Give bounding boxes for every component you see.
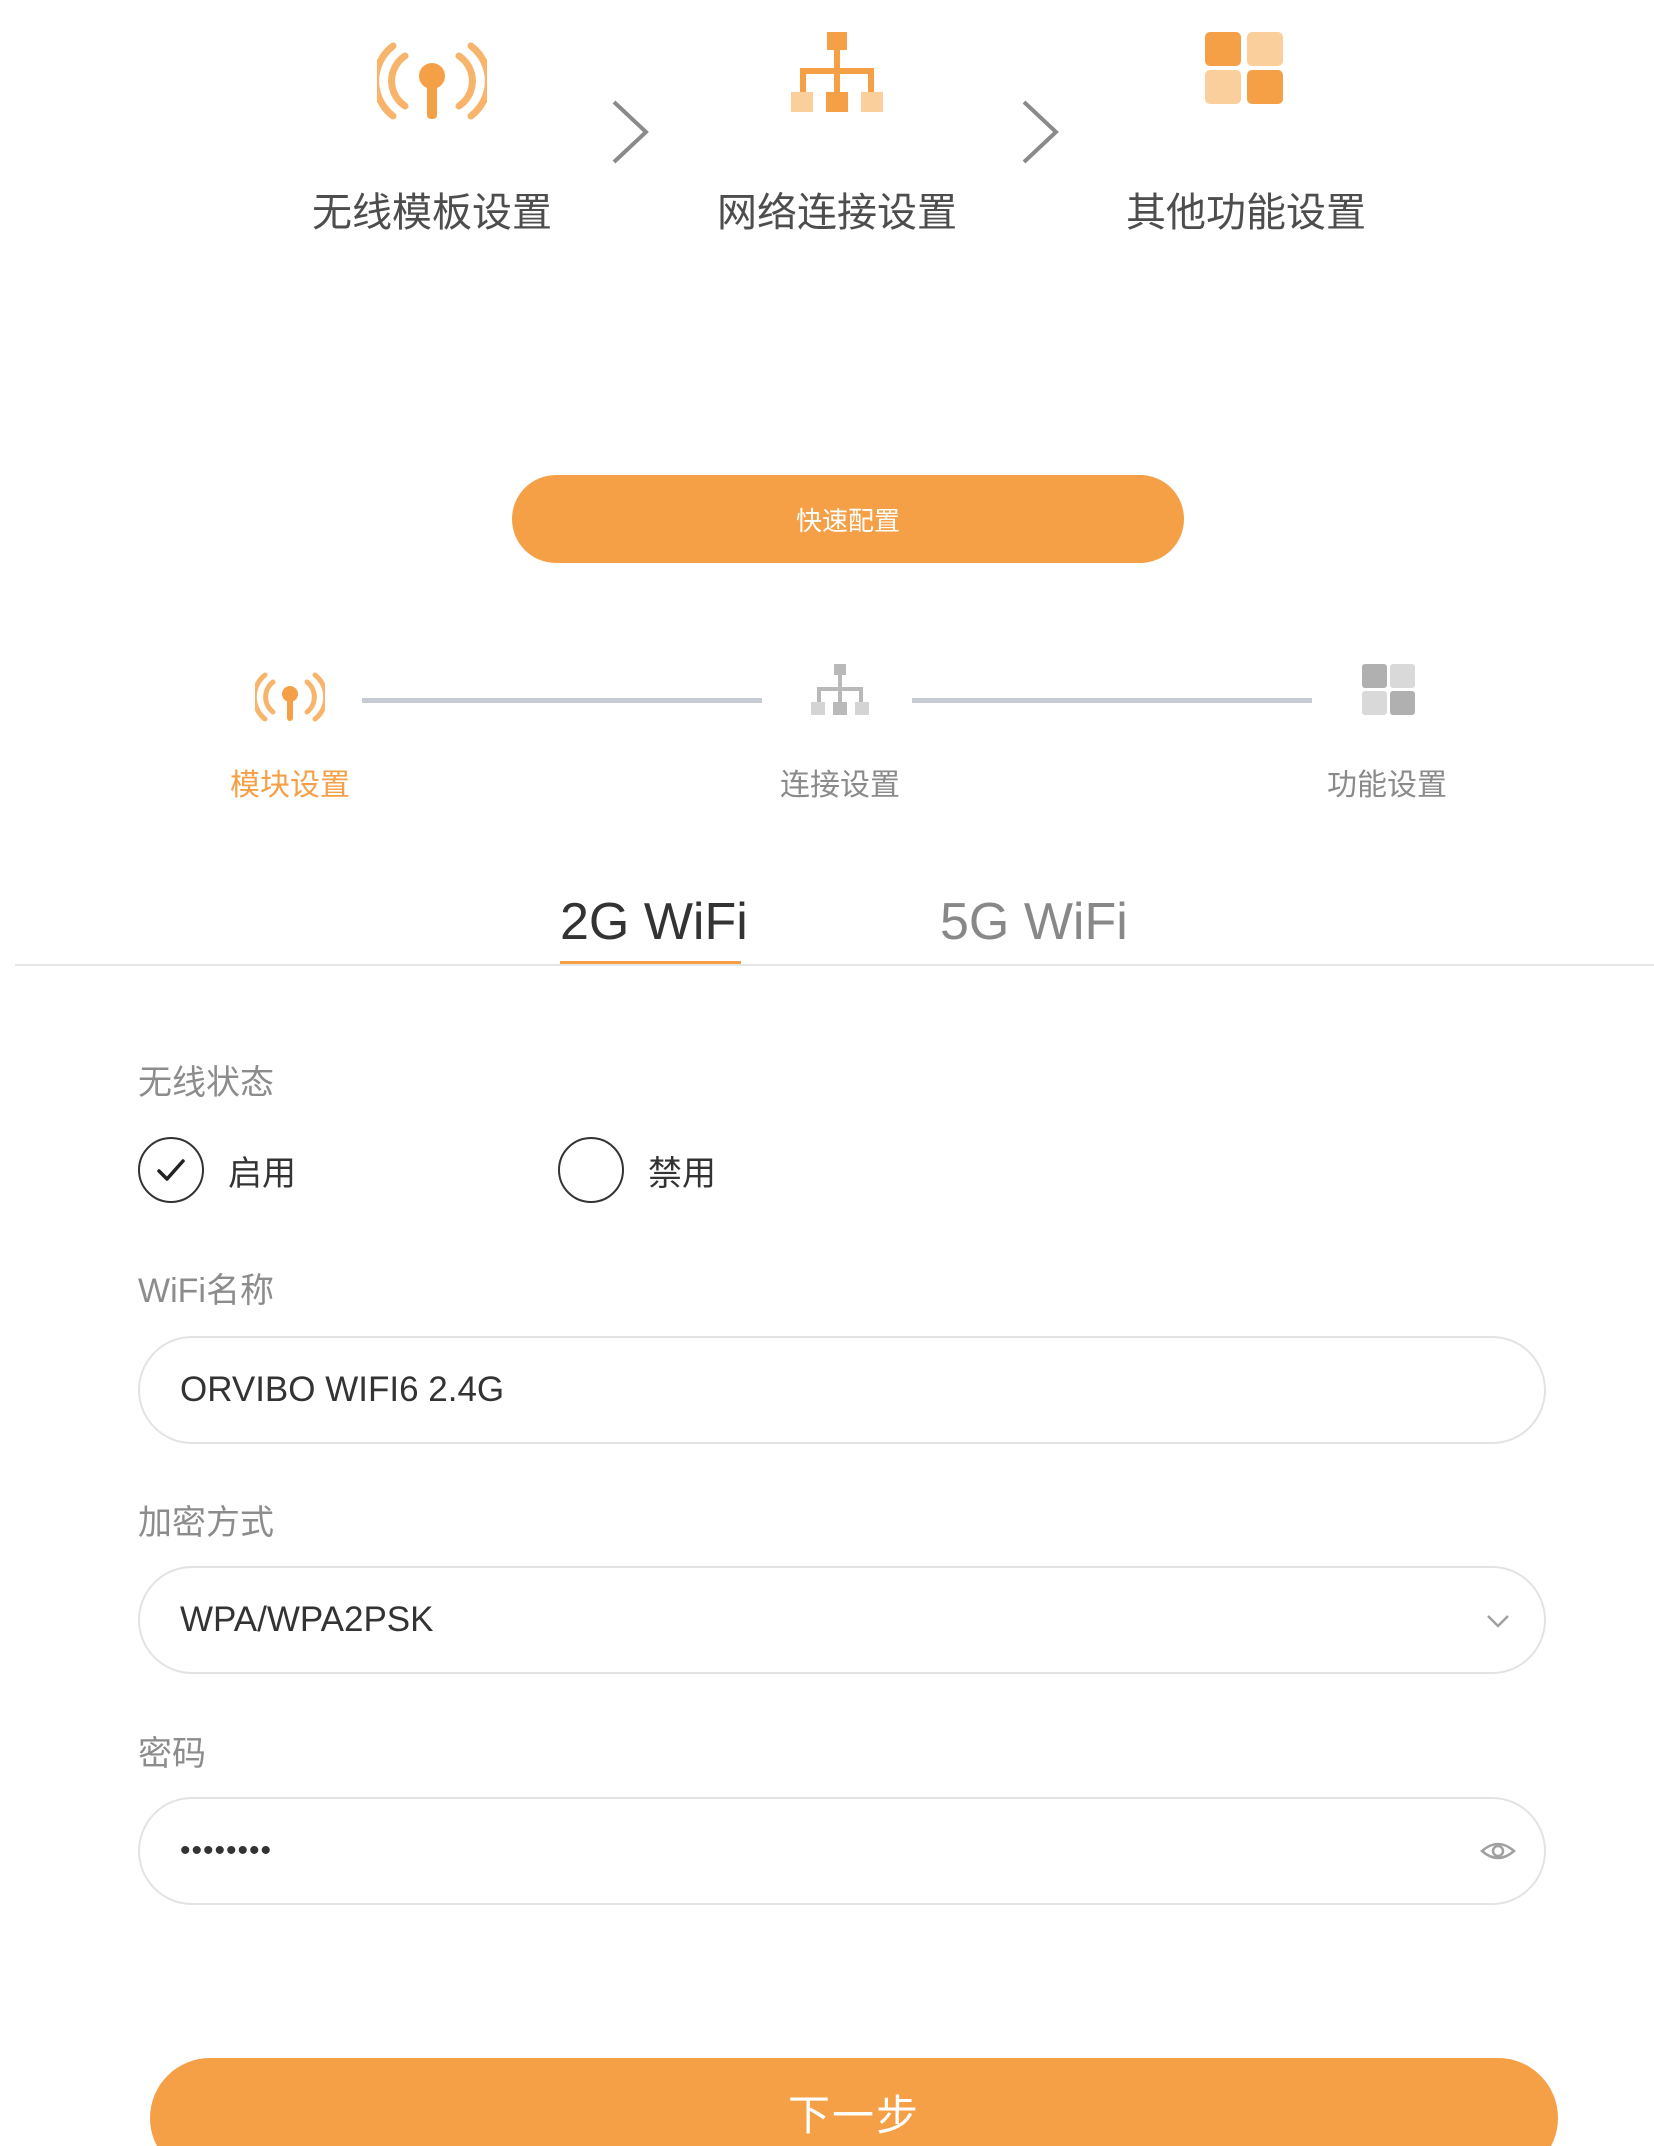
tab-5g-wifi[interactable]: 5G WiFi [940, 892, 1128, 952]
wifi-name-value: ORVIBO WIFI6 2.4G [180, 1370, 505, 1409]
overview-step-label: 网络连接设置 [717, 191, 957, 235]
password-input[interactable]: •••••••• [138, 1797, 1546, 1905]
radio-disable-label: 禁用 [648, 1154, 716, 1193]
chevron-right-icon [612, 100, 649, 164]
radio-circle[interactable] [558, 1137, 624, 1203]
chevron-right-icon [1022, 100, 1059, 164]
wireless-status-label: 无线状态 [138, 1064, 274, 1102]
quick-config-button[interactable]: 快速配置 [512, 475, 1184, 563]
wifi-name-label: WiFi名称 [138, 1272, 274, 1310]
eye-icon[interactable] [1478, 1831, 1518, 1871]
overview-step-label: 其他功能设置 [1126, 191, 1366, 235]
encryption-label: 加密方式 [138, 1504, 274, 1542]
grid-icon [1362, 664, 1415, 715]
password-label: 密码 [138, 1735, 206, 1773]
progress-step-label: 连接设置 [780, 769, 900, 802]
wifi-antenna-icon [377, 42, 487, 120]
tab-divider [15, 964, 1654, 966]
radio-enable[interactable]: 启用 [138, 1137, 296, 1203]
progress-connector [912, 698, 1312, 703]
wifi-name-input[interactable]: ORVIBO WIFI6 2.4G [138, 1336, 1546, 1444]
encryption-value: WPA/WPA2PSK [180, 1600, 434, 1639]
network-tree-icon [811, 664, 869, 715]
password-value: •••••••• [180, 1834, 273, 1867]
tab-2g-wifi[interactable]: 2G WiFi [560, 892, 748, 952]
progress-step-label: 功能设置 [1327, 769, 1447, 802]
progress-step-label: 模块设置 [230, 769, 350, 802]
wifi-antenna-icon [255, 672, 325, 722]
network-tree-icon [791, 32, 883, 112]
next-step-button[interactable]: 下一步 [150, 2058, 1558, 2146]
checkmark-icon [157, 1159, 185, 1181]
radio-disable[interactable]: 禁用 [558, 1137, 716, 1203]
grid-icon [1205, 32, 1283, 104]
encryption-select[interactable]: WPA/WPA2PSK [138, 1566, 1546, 1674]
radio-circle[interactable] [138, 1137, 204, 1203]
overview-step-label: 无线模板设置 [312, 191, 552, 235]
radio-enable-label: 启用 [228, 1154, 296, 1193]
chevron-down-icon [1487, 1615, 1509, 1628]
progress-connector [362, 698, 762, 703]
